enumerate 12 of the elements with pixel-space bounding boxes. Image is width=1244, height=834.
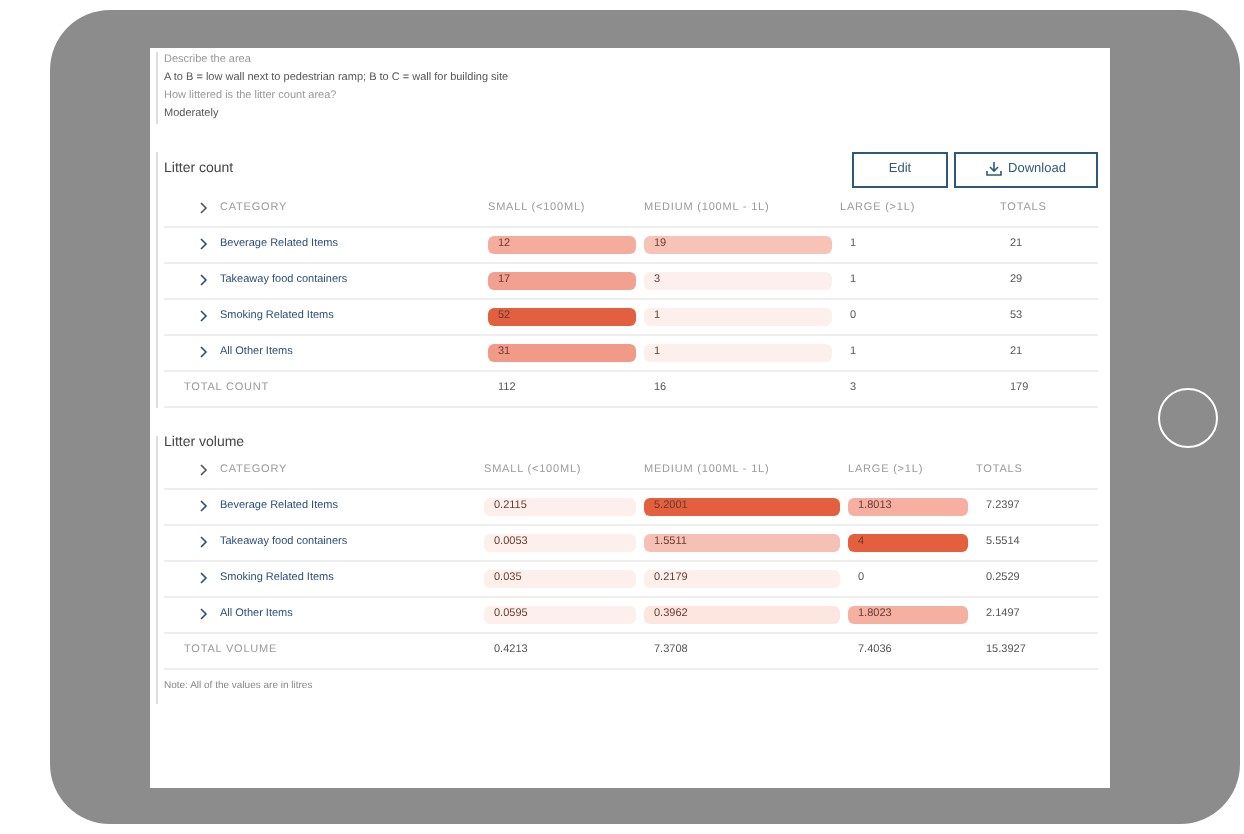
chevron-icon[interactable] <box>200 310 208 322</box>
home-button[interactable] <box>1158 387 1218 447</box>
download-icon <box>986 162 1003 176</box>
chevron-icon[interactable] <box>200 464 208 476</box>
chevron-icon[interactable] <box>200 572 208 584</box>
chevron-icon[interactable] <box>200 238 208 250</box>
chevron-icon[interactable] <box>200 536 208 548</box>
chevron-icon[interactable] <box>200 608 208 620</box>
chevron-icon[interactable] <box>200 346 208 358</box>
chevron-icon[interactable] <box>200 202 208 214</box>
chevron-icon[interactable] <box>200 500 208 512</box>
chevron-icon[interactable] <box>200 274 208 286</box>
